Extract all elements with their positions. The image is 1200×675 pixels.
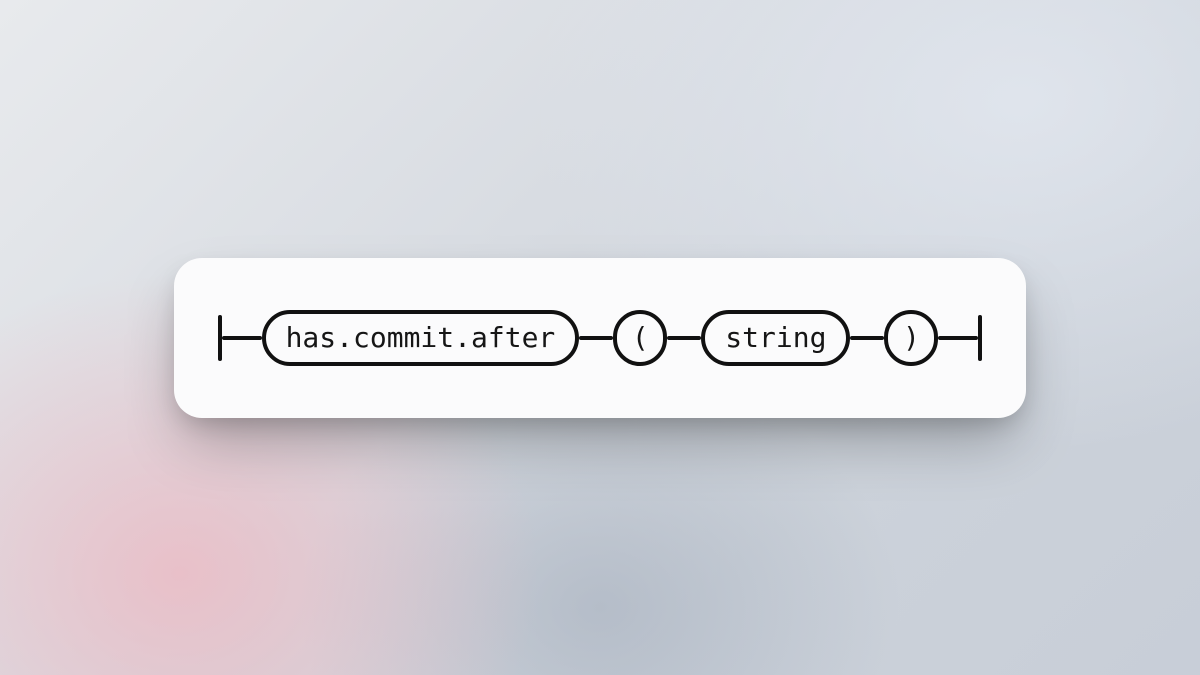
start-cap	[218, 315, 222, 361]
node-argument-label: string	[725, 324, 826, 352]
node-keyword-label: has.commit.after	[286, 324, 556, 352]
node-close-paren-label: )	[903, 324, 920, 352]
rail-segment	[222, 336, 262, 340]
node-open-paren: (	[613, 310, 667, 366]
diagram-card: has.commit.after ( string )	[174, 258, 1027, 418]
node-argument: string	[701, 310, 850, 366]
rail-segment	[850, 336, 884, 340]
node-keyword: has.commit.after	[262, 310, 580, 366]
node-close-paren: )	[884, 310, 938, 366]
rail-segment	[938, 336, 978, 340]
railroad-track: has.commit.after ( string )	[218, 310, 983, 366]
rail-segment	[579, 336, 613, 340]
end-cap	[978, 315, 982, 361]
rail-segment	[667, 336, 701, 340]
node-open-paren-label: (	[632, 324, 649, 352]
